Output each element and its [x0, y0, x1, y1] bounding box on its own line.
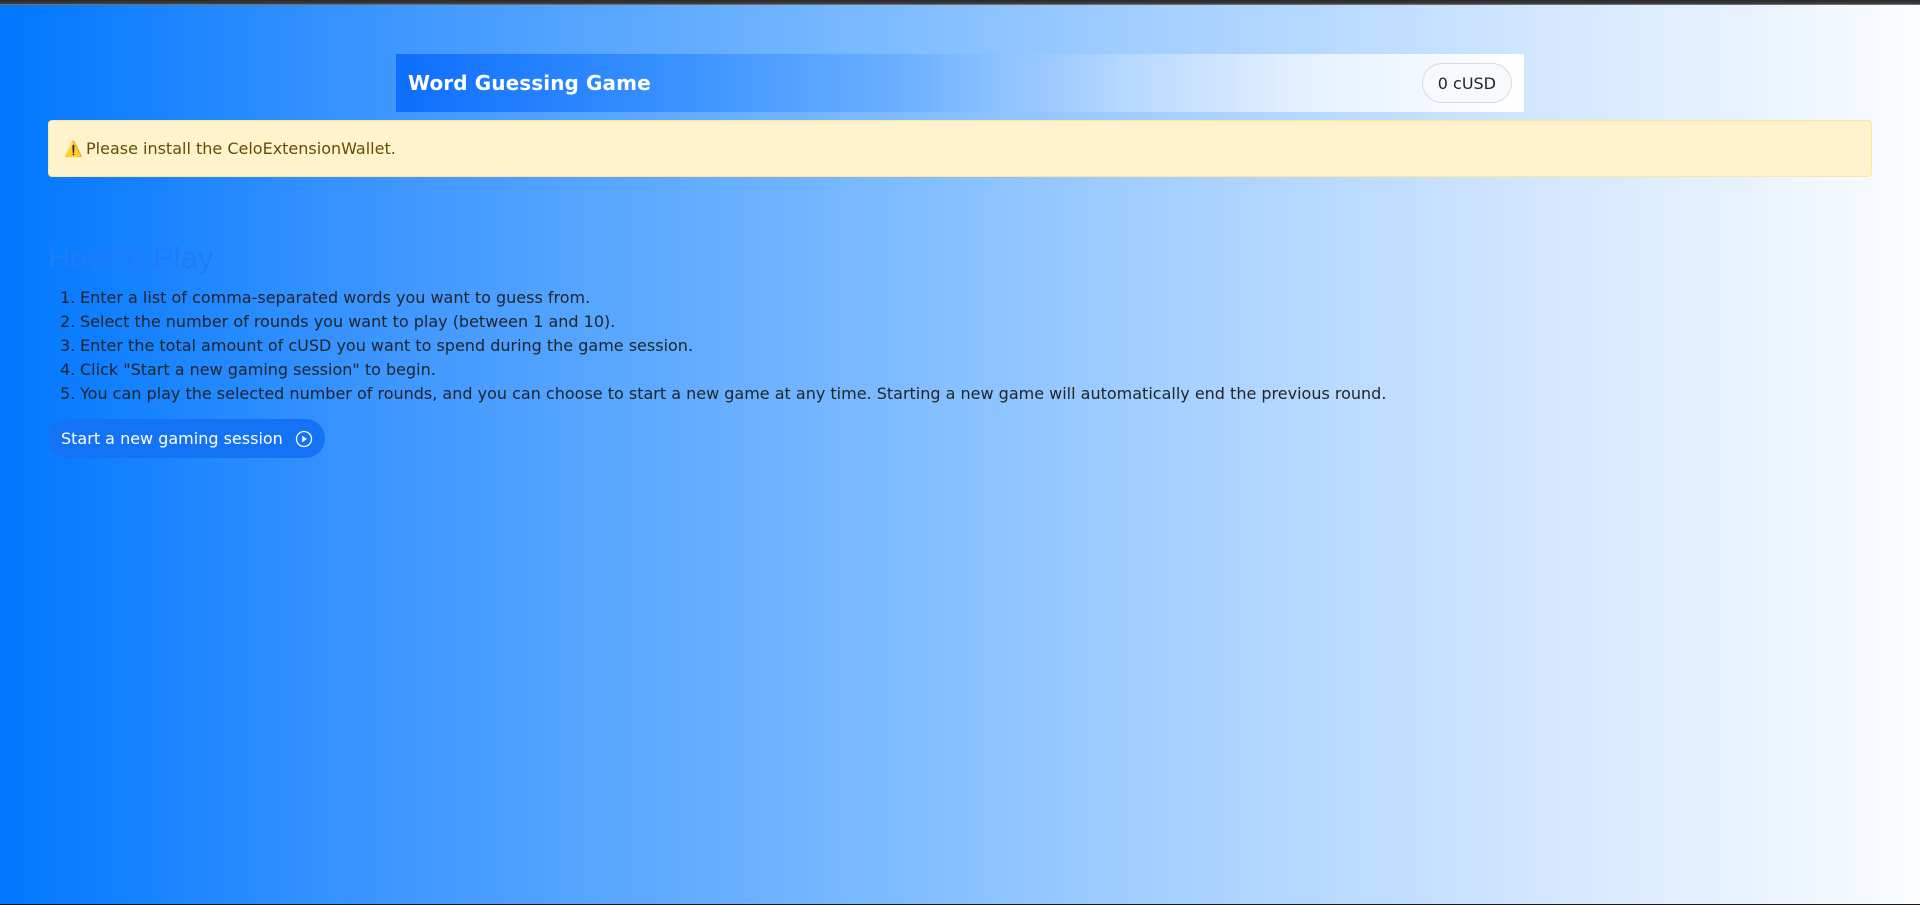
how-to-play-section: How to Play 1. Enter a list of comma-sepa…	[48, 236, 1386, 406]
play-circle-icon	[295, 430, 313, 448]
list-item: 1. Enter a list of comma-separated words …	[60, 286, 1386, 310]
list-item: 4. Click "Start a new gaming session" to …	[60, 358, 1386, 382]
app-title[interactable]: Word Guessing Game	[408, 71, 651, 95]
navbar: Word Guessing Game 0 cUSD	[396, 54, 1524, 112]
step-text: Enter the total amount of cUSD you want …	[80, 336, 694, 355]
list-item: 5. You can play the selected number of ro…	[60, 382, 1387, 406]
how-to-play-title: How to Play	[48, 240, 214, 275]
warning-icon: ⚠️	[64, 139, 83, 158]
step-number: 4.	[60, 360, 76, 379]
browser-top-strip	[0, 0, 1920, 5]
list-item: 2. Select the number of rounds you want t…	[60, 310, 1386, 334]
list-item: 3. Enter the total amount of cUSD you wan…	[60, 334, 1386, 358]
step-number: 2.	[60, 312, 76, 331]
step-text: Click "Start a new gaming session" to be…	[80, 360, 436, 379]
step-text: Enter a list of comma-separated words yo…	[80, 288, 591, 307]
wallet-warning-alert: ⚠️ Please install the CeloExtensionWalle…	[48, 120, 1872, 177]
start-gaming-session-button[interactable]: Start a new gaming session	[48, 419, 325, 458]
step-number: 3.	[60, 336, 76, 355]
step-text: You can play the selected number of roun…	[80, 384, 1387, 403]
start-button-label: Start a new gaming session	[61, 429, 283, 448]
step-text: Select the number of rounds you want to …	[80, 312, 616, 331]
balance-badge[interactable]: 0 cUSD	[1421, 63, 1512, 103]
alert-message: Please install the CeloExtensionWallet.	[86, 139, 396, 158]
instructions-list: 1. Enter a list of comma-separated words …	[48, 286, 1386, 406]
step-number: 5.	[60, 384, 76, 403]
step-number: 1.	[60, 288, 76, 307]
